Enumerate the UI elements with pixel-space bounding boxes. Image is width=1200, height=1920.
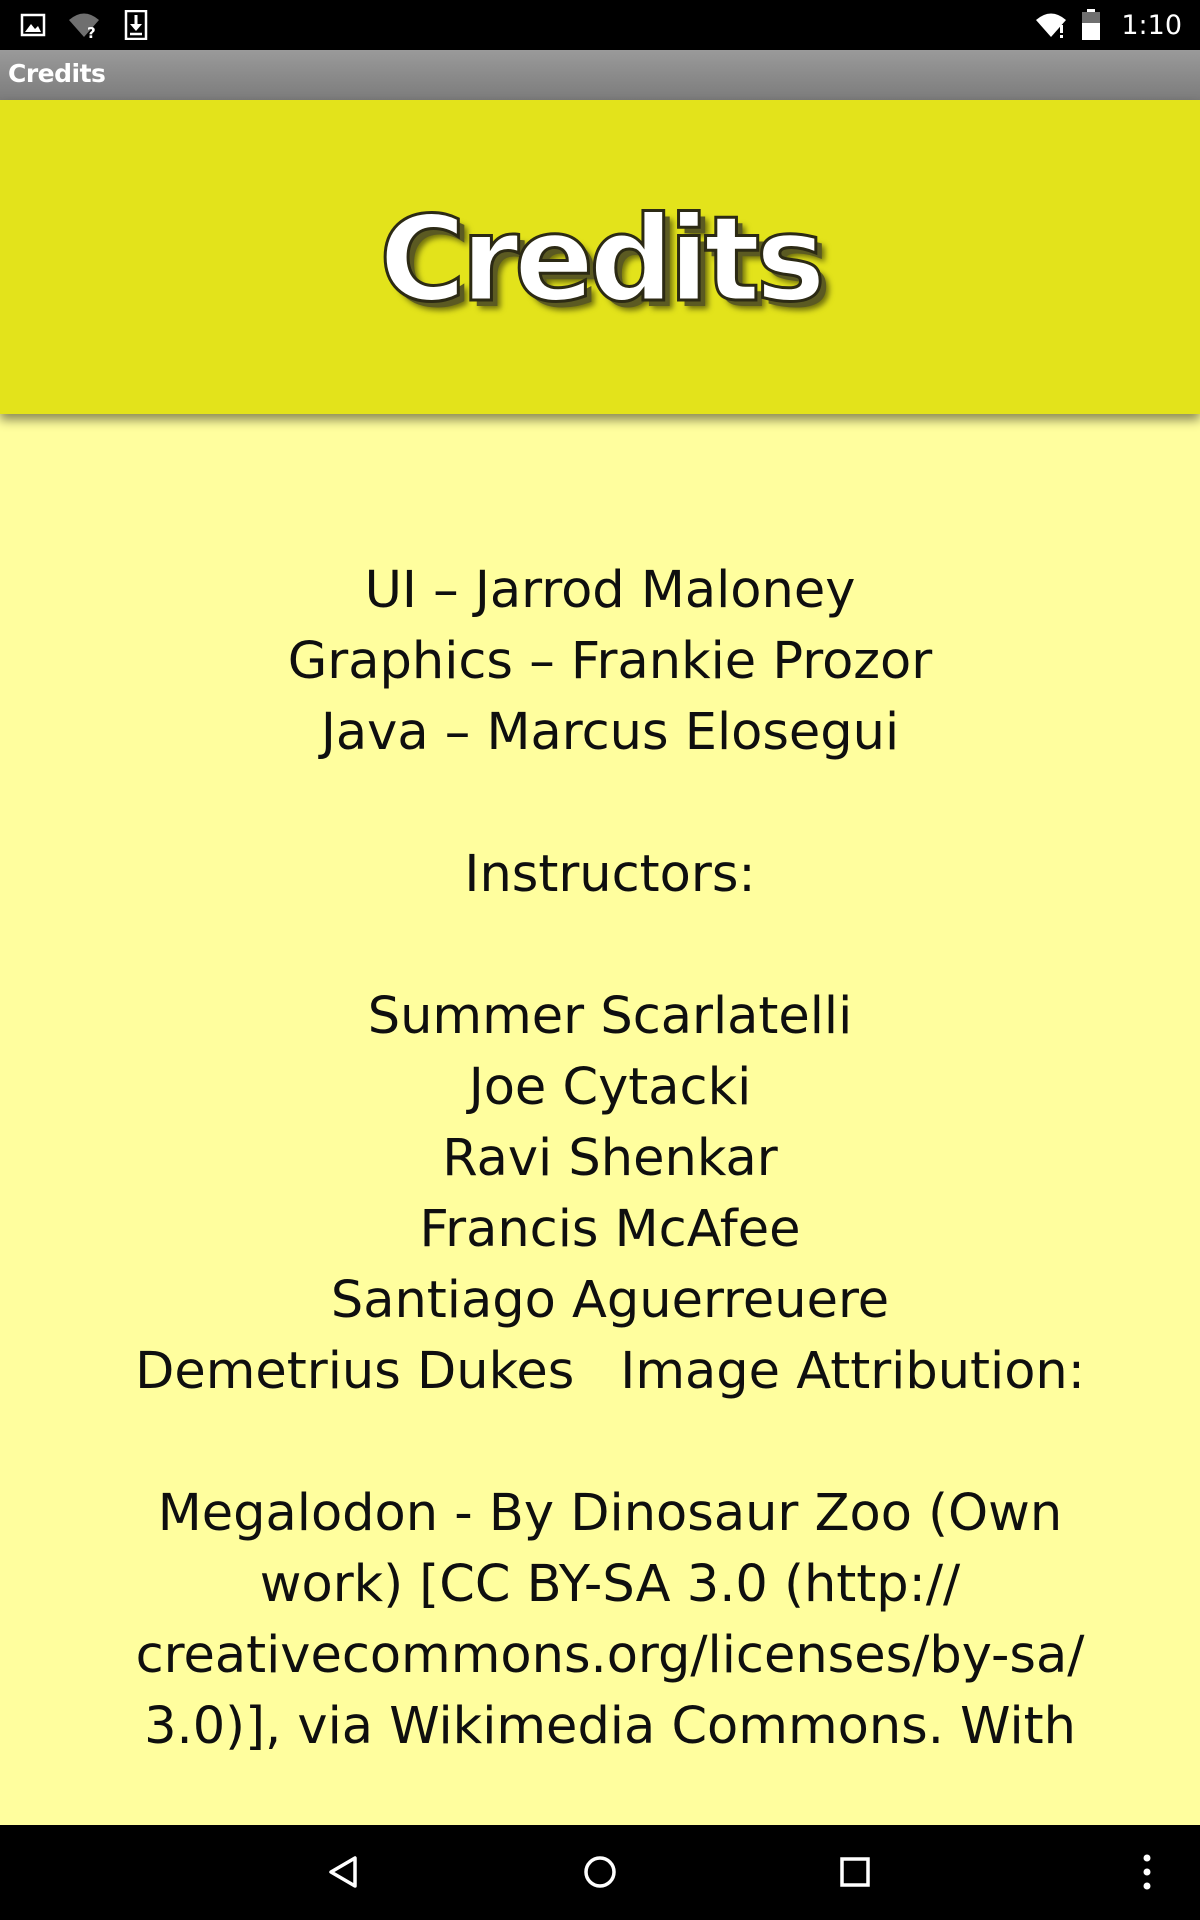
action-bar: Credits [0, 50, 1200, 100]
action-bar-title: Credits [8, 59, 106, 88]
instructor-name: Santiago Aguerreuere [330, 1271, 890, 1330]
home-icon [584, 1856, 616, 1888]
wifi-question-icon: ? [68, 11, 102, 39]
download-icon [124, 10, 148, 40]
instructor-name: Francis McAfee [419, 1200, 801, 1259]
instructor-name: Joe Cytacki [468, 1058, 752, 1117]
navigation-bar [0, 1825, 1200, 1920]
instructor-name: Demetrius Dukes [135, 1342, 575, 1401]
attribution-heading: Image Attribution: [620, 1342, 1085, 1401]
banner-title: Credits [378, 190, 827, 328]
attribution-text-line: creativecommons.org/licenses/by-sa/ [135, 1626, 1085, 1685]
overflow-menu-icon [1143, 1854, 1151, 1890]
svg-text:?: ? [87, 24, 96, 39]
back-button[interactable] [318, 1847, 368, 1897]
battery-icon [1081, 9, 1101, 41]
image-notification-icon [20, 13, 46, 37]
home-button[interactable] [575, 1847, 625, 1897]
back-icon [329, 1856, 357, 1888]
credits-banner: Credits [0, 100, 1200, 414]
credits-text: UI – Jarrod Maloney Graphics – Frankie P… [80, 555, 1140, 1762]
instructor-name: Summer Scarlatelli [367, 987, 853, 1046]
instructors-heading: Instructors: [464, 845, 756, 904]
wifi-icon [1035, 11, 1067, 39]
overflow-menu-button[interactable] [1122, 1847, 1172, 1897]
team-credit-java: Java – Marcus Elosegui [320, 703, 900, 762]
attribution-text-line: 3.0)], via Wikimedia Commons. With [144, 1697, 1076, 1756]
instructor-name: Ravi Shenkar [442, 1129, 778, 1188]
status-clock: 1:10 [1121, 9, 1182, 41]
recents-icon [840, 1857, 870, 1887]
status-bar: ? 1:10 [0, 0, 1200, 50]
recents-button[interactable] [830, 1847, 880, 1897]
team-credit-graphics: Graphics – Frankie Prozor [287, 632, 933, 691]
instructor-attribution-line: Demetrius Dukes Image Attribution: [80, 1336, 1140, 1407]
attribution-text-line: Megalodon - By Dinosaur Zoo (Own [157, 1484, 1063, 1543]
attribution-text-line: work) [CC BY-SA 3.0 (http:// [259, 1555, 961, 1614]
team-credit-ui: UI – Jarrod Maloney [364, 561, 856, 620]
